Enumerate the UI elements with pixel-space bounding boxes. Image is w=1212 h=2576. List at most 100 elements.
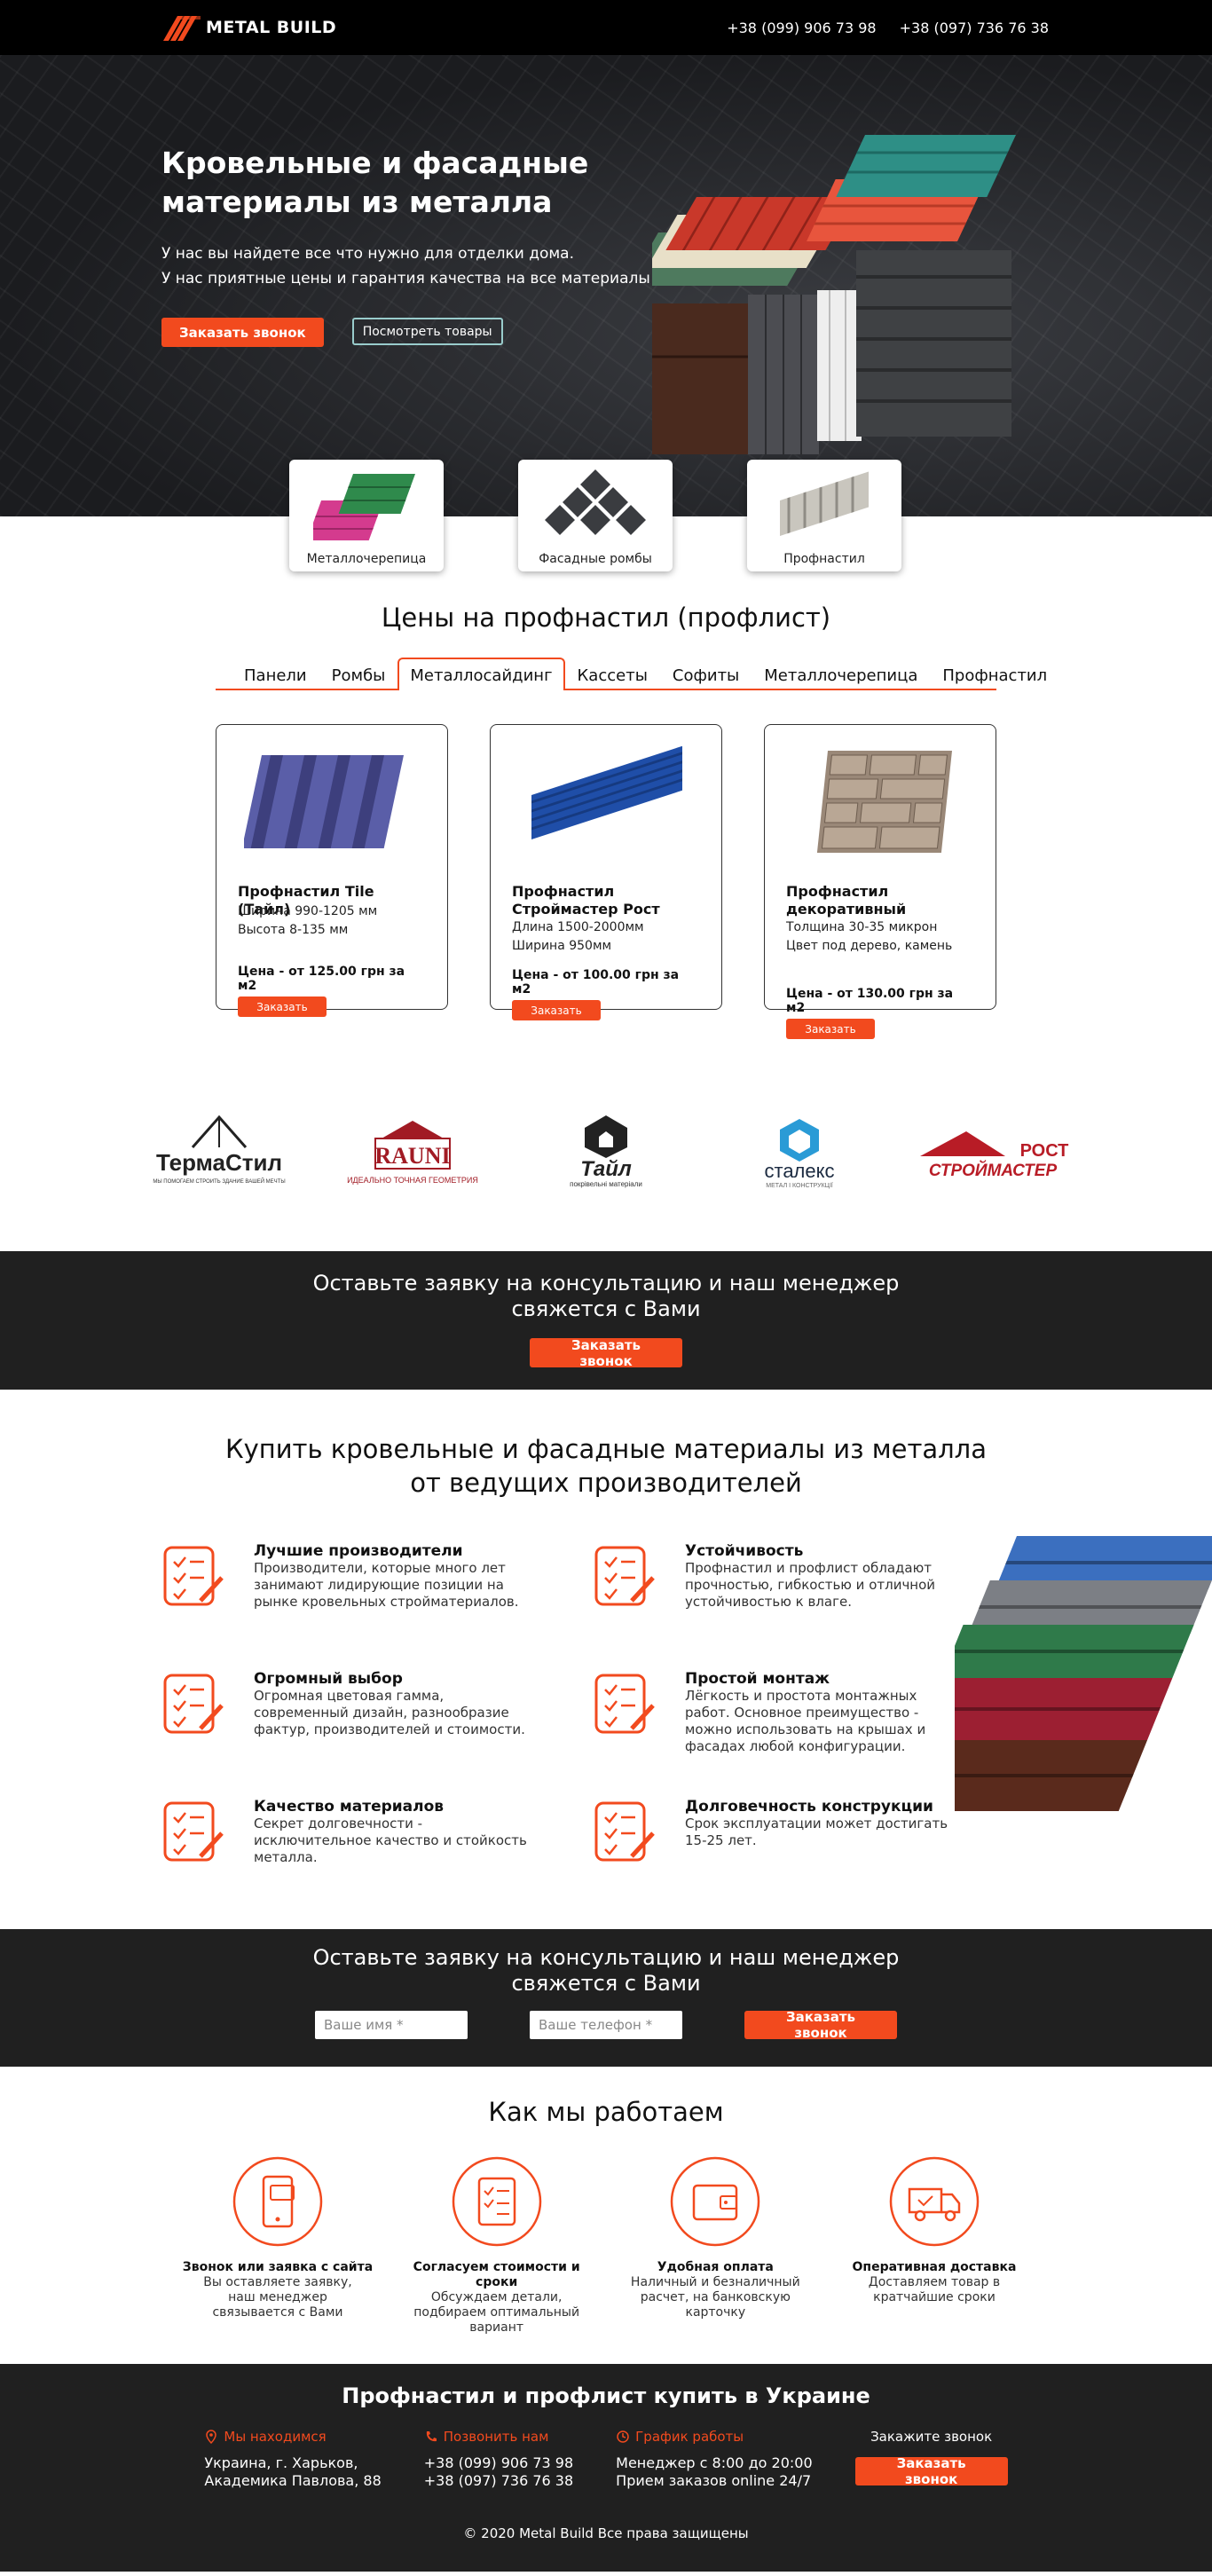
rhombs-icon (542, 467, 649, 538)
category-card-profnastil[interactable]: Профнастил (747, 460, 901, 571)
feature-title: Огромный выбор (254, 1670, 403, 1688)
product-price: Цена - от 125.00 грн за м2 (238, 965, 405, 993)
staleks-logo-icon: сталекс МЕТАЛ І КОНСТРУКЦІЇ (764, 1119, 835, 1189)
step-title: Оперативная доставка (852, 2260, 1017, 2274)
product-card: Профнастил Строймастер Рост Длина 1500-2… (490, 724, 722, 1020)
footer-call-head: Позвонить нам (424, 2428, 573, 2446)
features-title-line-2: от ведущих производителей (410, 1468, 802, 1498)
svg-text:СТРОЙМАСТЕР: СТРОЙМАСТЕР (929, 1161, 1058, 1180)
checklist-icon (163, 1674, 224, 1734)
metal-tile-icon (313, 474, 415, 540)
features-grid: Лучшие производители Производители, котор… (161, 1542, 960, 1897)
hours-line-2: Прием заказов online 24/7 (616, 2472, 812, 2489)
hero-title-line-1: Кровельные и фасадные (161, 146, 589, 180)
logo[interactable]: METAL BUILD (161, 12, 336, 43)
feature-title: Устойчивость (685, 1542, 804, 1560)
tab-metal-tile[interactable]: Металлочерепица (752, 658, 930, 690)
hero-call-button[interactable]: Заказать звонок (161, 318, 324, 347)
tab-rhombs[interactable]: Ромбы (319, 658, 398, 690)
hero-products-button[interactable]: Посмотреть товары (351, 318, 503, 345)
step: Оперативная доставка Доставляем товар в … (828, 2155, 1041, 2336)
footer-phone-1[interactable]: +38 (099) 906 73 98 (424, 2454, 573, 2472)
footer-call: Позвонить нам +38 (099) 906 73 98 +38 (0… (424, 2428, 573, 2490)
form-title-line-2: свяжется с Вами (511, 1971, 701, 1996)
feature-body: Качество материалов Секрет долговечности … (254, 1798, 529, 1897)
tab-panels[interactable]: Панели (232, 658, 319, 690)
header-phone-1[interactable]: +38 (099) 906 73 98 (727, 20, 876, 36)
checklist-icon (452, 2156, 541, 2247)
page: METAL BUILD +38 (099) 906 73 98 +38 (097… (0, 0, 1212, 2572)
product-image-decorative (816, 751, 952, 853)
tab-metal-siding[interactable]: Металлосайдинг (397, 658, 565, 690)
category-label: Профнастил (783, 552, 865, 566)
tab-profnastil[interactable]: Профнастил (930, 658, 1059, 690)
feature-title: Долговечность конструкции (685, 1798, 933, 1816)
step-title: Удобная оплата (657, 2260, 774, 2274)
how-title: Как мы работаем (488, 2097, 724, 2127)
form-row: Заказать звонок (0, 2009, 1212, 2041)
cta-call-button[interactable]: Заказать звонок (530, 1337, 682, 1369)
footer-phone-2[interactable]: +38 (097) 736 76 38 (424, 2472, 573, 2490)
feature-item: Простой монтаж Лёгкость и простота монтаж… (593, 1670, 965, 1769)
feature-text: Профнастил и профлист обладают прочность… (685, 1560, 936, 1610)
step: Согласуем стоимости и сроки Обсуждаем де… (390, 2155, 603, 2336)
order-button[interactable]: Заказать (786, 1019, 875, 1039)
order-button[interactable]: Заказать (238, 997, 327, 1017)
feature-item: Лучшие производители Производители, котор… (161, 1542, 593, 1642)
tab-cassettes[interactable]: Кассеты (565, 658, 660, 690)
phone-input[interactable] (530, 2011, 682, 2039)
phone-handset-icon (426, 2431, 437, 2442)
brand-termasteel-logo: ТермаСтил МЫ ПОМОГАЕМ СТРОИТЬ ЗДАНИЕ ВАШ… (139, 1112, 299, 1192)
form-submit-button[interactable]: Заказать звонок (744, 2009, 897, 2041)
category-card-metal-tile[interactable]: Металлочерепица (289, 460, 444, 571)
features-section: Купить кровельные и фасадные материалы и… (0, 1390, 1212, 1929)
feature-body: Устойчивость Профнастил и профлист облада… (685, 1542, 960, 1642)
copyright: © 2020 Metal Build Все права защищены (463, 2525, 749, 2541)
logo-text: METAL BUILD (206, 18, 337, 37)
svg-text:сталекс: сталекс (764, 1160, 834, 1182)
step-text: Обсуждаем детали, подбираем оптимальный … (413, 2290, 580, 2335)
checklist-icon (163, 1546, 224, 1606)
tab-soffits[interactable]: Софиты (660, 658, 752, 690)
brand-rauni-logo: RAUNI ИДЕАЛЬНО ТОЧНАЯ ГЕОМЕТРИЯ (333, 1112, 492, 1192)
hero-text: Кровельные и фасадные материалы из метал… (161, 144, 658, 347)
step-text: Доставляем товар в кратчайшие сроки (868, 2275, 1001, 2304)
hero-section: Кровельные и фасадные материалы из метал… (0, 55, 1212, 571)
name-input[interactable] (315, 2011, 468, 2039)
feature-text: Огромная цветовая гамма, современный диз… (254, 1688, 525, 1737)
feature-body: Огромный выбор Огромная цветовая гамма, с… (254, 1670, 529, 1769)
checklist-icon (594, 1674, 655, 1734)
product-spec: Толщина 30-35 микрон (786, 920, 938, 934)
step-title: Звонок или заявка с сайта (182, 2260, 374, 2274)
address-line-2: Академика Павлова, 88 (204, 2472, 382, 2489)
brand-rost-stroymaster-logo: РОСТ СТРОЙМАСТЕР (913, 1112, 1073, 1192)
product-image-stroymaster (531, 746, 682, 839)
profnastil-icon (780, 471, 869, 536)
address-line-1: Украина, г. Харьков, (204, 2454, 358, 2471)
category-card-facade-rhombs[interactable]: Фасадные ромбы (518, 460, 673, 571)
hero-subtitle-line-2: У нас приятные цены и гарантия качества … (161, 270, 650, 288)
footer-order-call: Закажите звонок Заказать звонок (854, 2428, 1008, 2490)
feature-body: Долговечность конструкции Срок эксплуатац… (685, 1798, 960, 1897)
form-title: Оставьте заявку на консультацию и наш ме… (0, 1945, 1212, 1997)
hero-title-line-2: материалы из металла (161, 185, 553, 219)
svg-text:РОСТ: РОСТ (1020, 1141, 1069, 1161)
footer-order-head: Закажите звонок (870, 2429, 993, 2445)
hero-buttons: Заказать звонок Посмотреть товары (161, 318, 658, 347)
rauni-logo-icon: RAUNI ИДЕАЛЬНО ТОЧНАЯ ГЕОМЕТРИЯ (347, 1121, 478, 1185)
category-cards: Металлочерепица Фасадные ромбы Профнасти… (289, 460, 901, 571)
checklist-icon (594, 1546, 655, 1606)
clock-icon (617, 2430, 629, 2443)
svg-text:МЫ ПОМОГАЕМ СТРОИТЬ ЗДАНИЕ ВАШ: МЫ ПОМОГАЕМ СТРОИТЬ ЗДАНИЕ ВАШЕЙ МЕЧТЫ (153, 1178, 285, 1185)
checklist-icon (594, 1801, 655, 1862)
step: Звонок или заявка с сайта Вы оставляете … (171, 2155, 384, 2336)
feature-text: Производители, которые много лет занимаю… (254, 1560, 519, 1610)
step-text: Наличный и безналичный расчет, на банков… (630, 2275, 800, 2320)
footer-call-button[interactable]: Заказать звонок (854, 2455, 1008, 2487)
order-button[interactable]: Заказать (512, 1000, 601, 1020)
header-phone-2[interactable]: +38 (097) 736 76 38 (900, 20, 1049, 36)
product-price: Цена - от 100.00 грн за м2 (512, 968, 680, 997)
header-phones: +38 (099) 906 73 98 +38 (097) 736 76 38 (727, 20, 1049, 36)
map-pin-icon (206, 2430, 217, 2444)
feature-body: Простой монтаж Лёгкость и простота монтаж… (685, 1670, 960, 1769)
